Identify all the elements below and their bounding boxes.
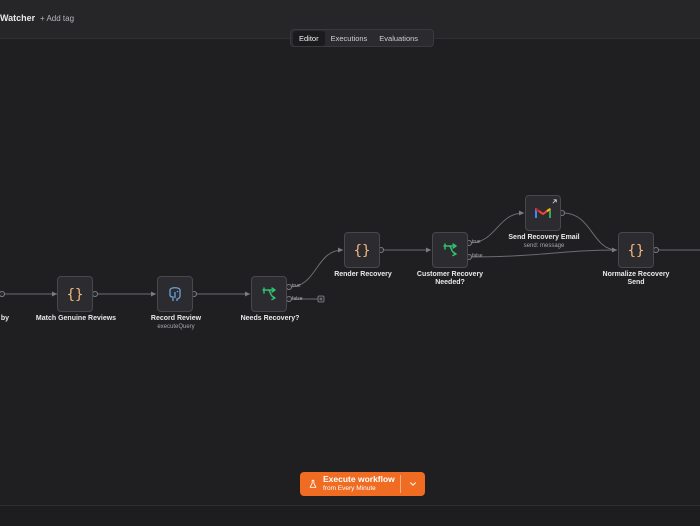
node-label-send-recovery-email: Send Recovery Email	[508, 234, 580, 241]
node-customer-recovery-needed[interactable]	[432, 232, 468, 268]
svg-text:{}: {}	[628, 243, 645, 259]
port-label-true-2: true	[472, 239, 481, 245]
node-record-review[interactable]	[157, 276, 193, 312]
if-branch-icon	[443, 243, 457, 257]
port-label-false: false	[292, 296, 303, 302]
node-needs-recovery[interactable]	[251, 276, 287, 312]
node-normalize-recovery-send[interactable]: {}	[618, 232, 654, 268]
svg-text:{}: {}	[67, 287, 84, 303]
edge-customer-false-to-normalize	[468, 249, 618, 258]
node-render-recovery[interactable]: {}	[344, 232, 380, 268]
flask-icon	[303, 479, 323, 489]
chevron-down-icon[interactable]	[401, 472, 425, 496]
node-match-genuine-reviews[interactable]: {}	[57, 276, 93, 312]
execute-label: Execute workflow	[323, 474, 395, 485]
node-label-record-review: Record Review	[150, 315, 202, 322]
node-sub-record-review: executeQuery	[157, 324, 195, 330]
add-node-handle	[317, 295, 325, 303]
gmail-icon	[535, 208, 551, 218]
node-label-customer-recovery: Customer Recovery Needed?	[416, 271, 484, 287]
code-braces-icon: {}	[628, 243, 645, 259]
postgres-elephant-icon	[169, 287, 181, 301]
port-label-true: true	[292, 283, 301, 289]
node-sub-send-recovery-email: send: message	[523, 243, 565, 249]
node-label-needs-recovery: Needs Recovery?	[240, 315, 300, 322]
code-braces-icon: {}	[67, 287, 84, 303]
external-arrow-icon	[552, 199, 557, 204]
edge-needs-true-to-render	[288, 249, 344, 288]
port-label-false-2: false	[472, 253, 483, 259]
if-branch-icon	[262, 287, 276, 301]
execute-sub-label: from Every Minute	[323, 485, 376, 493]
execute-workflow-button[interactable]: Execute workflow from Every Minute	[300, 472, 425, 496]
node-label-normalize-recovery: Normalize Recovery Send	[602, 271, 670, 287]
node-label-match-genuine: Match Genuine Reviews	[35, 315, 117, 322]
code-braces-icon: {}	[354, 243, 371, 259]
bottom-bar	[0, 505, 700, 526]
svg-text:{}: {}	[354, 243, 371, 259]
node-send-recovery-email[interactable]	[525, 195, 561, 231]
node-label-render-recovery: Render Recovery	[334, 271, 392, 278]
